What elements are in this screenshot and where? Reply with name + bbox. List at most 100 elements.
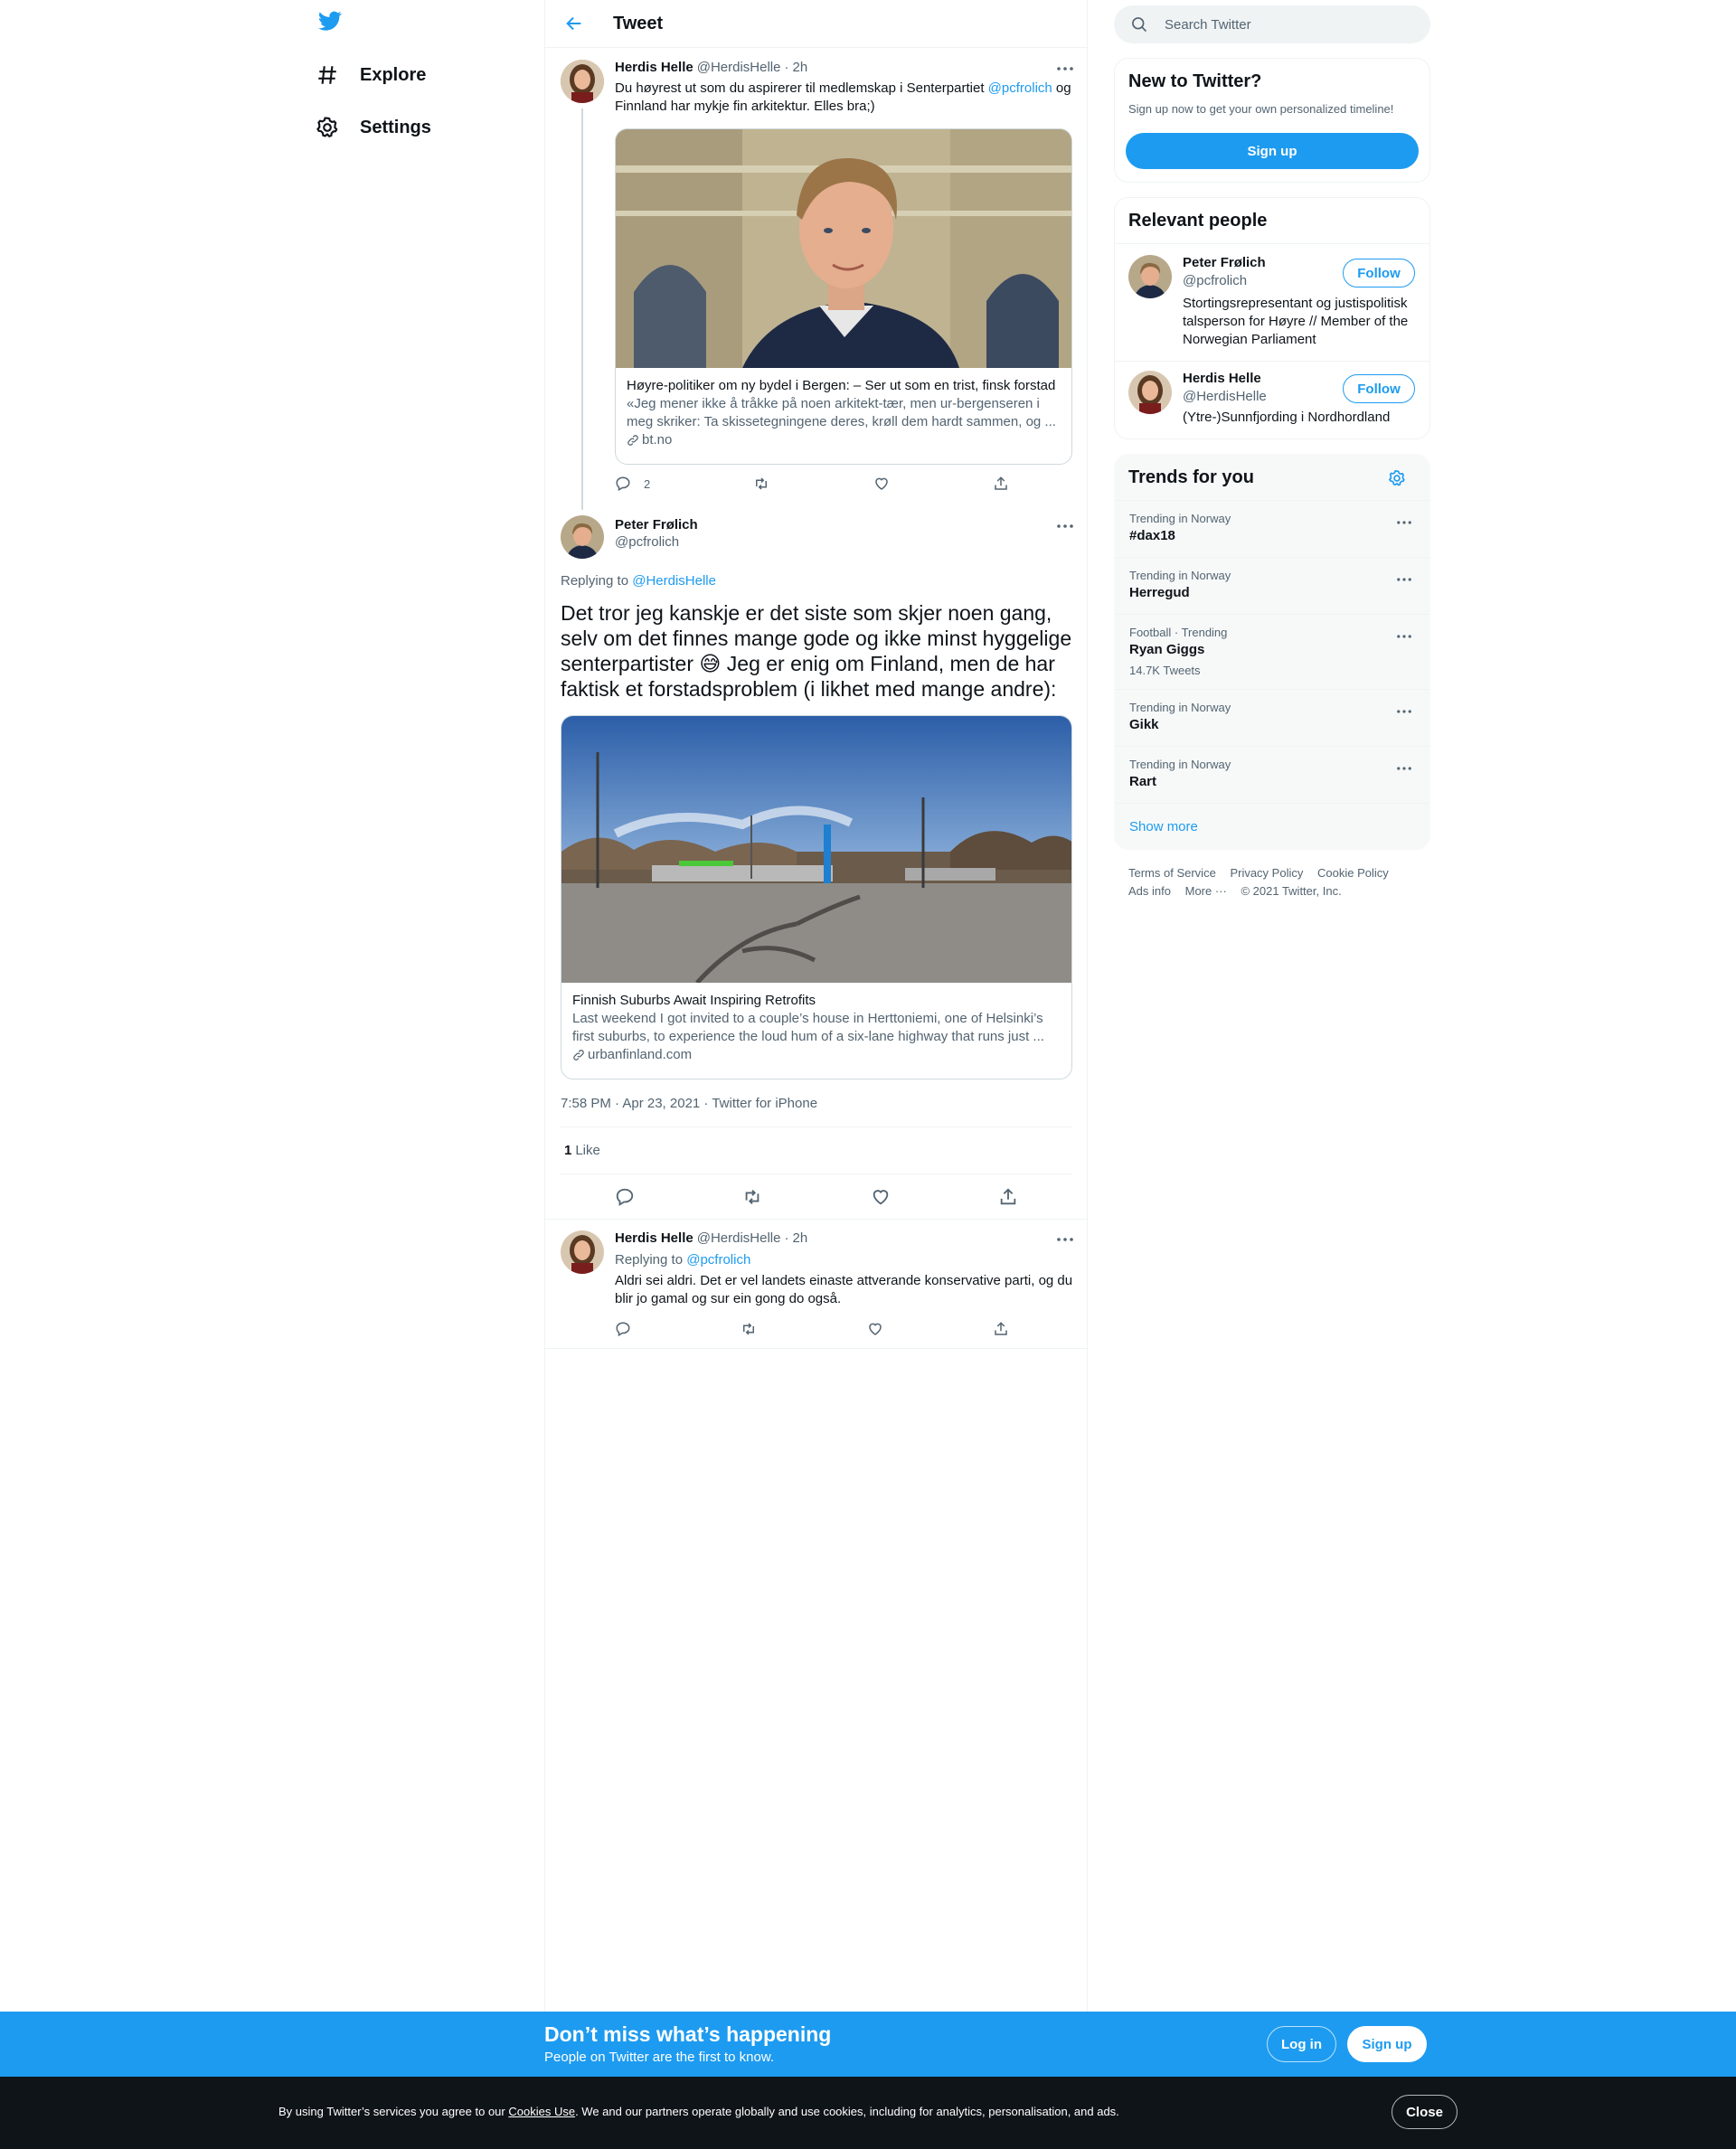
like-count[interactable]: 1 — [564, 1143, 571, 1158]
follow-button[interactable]: Follow — [1343, 259, 1415, 287]
trend-item[interactable]: Trending in Norway Herregud — [1115, 557, 1429, 614]
panel-title: Trends for you — [1128, 467, 1254, 487]
more-icon[interactable] — [1393, 569, 1415, 590]
signup-button[interactable]: Sign up — [1347, 2026, 1427, 2062]
reply-tweet[interactable]: Herdis Helle @HerdisHelle · 2h Replying … — [545, 1220, 1088, 1349]
footer-cookie[interactable]: Cookie Policy — [1317, 866, 1389, 880]
person-handle[interactable]: @HerdisHelle — [1183, 389, 1267, 404]
like-button[interactable] — [867, 1321, 883, 1337]
show-more-link[interactable]: Show more — [1129, 819, 1198, 834]
footer-privacy[interactable]: Privacy Policy — [1230, 866, 1303, 880]
reply-button[interactable] — [615, 1187, 635, 1207]
trend-name: Gikk — [1129, 717, 1159, 732]
parent-tweet[interactable]: Herdis Helle @HerdisHelle · 2h Du høyres… — [545, 49, 1088, 510]
person-name[interactable]: Herdis Helle — [1183, 371, 1261, 386]
avatar[interactable] — [561, 1230, 604, 1274]
nav-settings[interactable]: Settings — [313, 105, 431, 150]
share-button[interactable] — [993, 476, 1009, 492]
show-more-row[interactable]: Show more — [1115, 803, 1429, 849]
person-row[interactable]: Peter Frølich @pcfrolich Follow Storting… — [1115, 243, 1429, 361]
person-name[interactable]: Peter Frølich — [1183, 255, 1266, 270]
nav-explore[interactable]: Explore — [313, 52, 426, 98]
tweet-time[interactable]: 2h — [792, 60, 807, 75]
share-icon — [993, 476, 1009, 492]
tweet-text: Det tror jeg kanskje er det siste som sk… — [561, 600, 1076, 702]
person-handle[interactable]: @pcfrolich — [1183, 273, 1247, 288]
reply-count: 2 — [644, 476, 651, 491]
author-handle[interactable]: @pcfrolich — [615, 534, 698, 550]
like-button[interactable] — [871, 1187, 891, 1207]
trend-item[interactable]: Football · Trending Ryan Giggs 14.7K Twe… — [1115, 614, 1429, 689]
cookie-text-part: By using Twitter’s services you agree to… — [278, 2105, 509, 2118]
footer-terms[interactable]: Terms of Service — [1128, 866, 1216, 880]
twitter-logo-icon[interactable] — [316, 9, 347, 40]
like-label[interactable]: Like — [575, 1143, 600, 1158]
trend-count: 14.7K Tweets — [1129, 664, 1201, 677]
avatar[interactable] — [1128, 371, 1172, 414]
author-name[interactable]: Peter Frølich — [615, 517, 698, 533]
avatar[interactable] — [561, 60, 604, 103]
author-handle[interactable]: @HerdisHelle — [697, 60, 781, 75]
signup-button[interactable]: Sign up — [1126, 133, 1419, 169]
replying-to-link[interactable]: @pcfrolich — [686, 1252, 750, 1268]
trend-item[interactable]: Trending in Norway Rart — [1115, 746, 1429, 803]
reply-button[interactable] — [615, 1321, 631, 1337]
card-title: Høyre-politiker om ny bydel i Bergen: – … — [627, 378, 1056, 393]
more-icon[interactable] — [1054, 515, 1076, 537]
share-button[interactable] — [998, 1187, 1018, 1207]
card-image — [616, 129, 1071, 368]
retweet-button[interactable] — [741, 1321, 757, 1337]
tweet-time[interactable]: 2h — [792, 1230, 807, 1246]
author-handle[interactable]: @HerdisHelle — [697, 1230, 781, 1246]
tweet-actions — [561, 1175, 1072, 1219]
retweet-button[interactable] — [753, 476, 769, 492]
reply-icon — [615, 1187, 635, 1207]
follow-button[interactable]: Follow — [1343, 374, 1415, 403]
more-icon[interactable] — [1054, 1229, 1076, 1250]
avatar[interactable] — [561, 515, 604, 559]
trend-item[interactable]: Trending in Norway Gikk — [1115, 689, 1429, 746]
login-button[interactable]: Log in — [1267, 2026, 1336, 2062]
settings-gear-icon[interactable] — [1386, 467, 1408, 489]
footer-ads[interactable]: Ads info — [1128, 884, 1171, 898]
banner-title: Don’t miss what’s happening — [544, 2022, 832, 2046]
more-icon[interactable] — [1393, 626, 1415, 647]
search-input[interactable]: Search Twitter — [1114, 5, 1430, 43]
more-icon[interactable] — [1393, 512, 1415, 533]
nav-explore-label: Explore — [360, 64, 427, 85]
retweet-button[interactable] — [742, 1187, 762, 1207]
banner-subtitle: People on Twitter are the first to know. — [544, 2050, 775, 2065]
person-row[interactable]: Herdis Helle @HerdisHelle Follow (Ytre-)… — [1115, 361, 1429, 438]
more-icon[interactable] — [1054, 58, 1076, 80]
more-icon[interactable] — [1393, 758, 1415, 779]
tweet-text: Aldri sei aldri. Det er vel landets eina… — [615, 1273, 1073, 1306]
author-name[interactable]: Herdis Helle — [615, 1230, 693, 1246]
mention-link[interactable]: @pcfrolich — [988, 80, 1052, 96]
close-button[interactable]: Close — [1392, 2095, 1458, 2129]
reply-button[interactable]: 2 — [615, 476, 650, 492]
share-icon — [993, 1321, 1009, 1337]
trend-item[interactable]: Trending in Norway #dax18 — [1115, 500, 1429, 557]
replying-label: Replying to — [561, 573, 633, 589]
separator: · — [784, 60, 789, 75]
panel-title: Relevant people — [1128, 211, 1268, 231]
trend-name: Rart — [1129, 774, 1157, 789]
card-domain-text: bt.no — [642, 432, 673, 448]
link-card[interactable]: Høyre-politiker om ny bydel i Bergen: – … — [615, 128, 1072, 465]
trend-context: Football · Trending — [1129, 626, 1228, 639]
share-button[interactable] — [993, 1321, 1009, 1337]
hashtag-icon — [313, 61, 342, 90]
replying-to-link[interactable]: @HerdisHelle — [632, 573, 716, 589]
footer-more[interactable]: More ··· — [1185, 884, 1227, 898]
back-arrow-icon[interactable] — [558, 7, 590, 40]
author-name[interactable]: Herdis Helle — [615, 60, 693, 75]
tweet-timestamp[interactable]: 7:58 PM · Apr 23, 2021 · Twitter for iPh… — [561, 1096, 817, 1111]
link-card[interactable]: Finnish Suburbs Await Inspiring Retrofit… — [561, 715, 1072, 1079]
card-domain-text: urbanfinland.com — [588, 1047, 693, 1062]
trend-context: Trending in Norway — [1129, 701, 1231, 714]
new-to-twitter-panel: New to Twitter? Sign up now to get your … — [1114, 58, 1430, 183]
more-icon[interactable] — [1393, 701, 1415, 722]
like-button[interactable] — [873, 476, 890, 492]
avatar[interactable] — [1128, 255, 1172, 298]
cookies-use-link[interactable]: Cookies Use — [508, 2105, 575, 2118]
